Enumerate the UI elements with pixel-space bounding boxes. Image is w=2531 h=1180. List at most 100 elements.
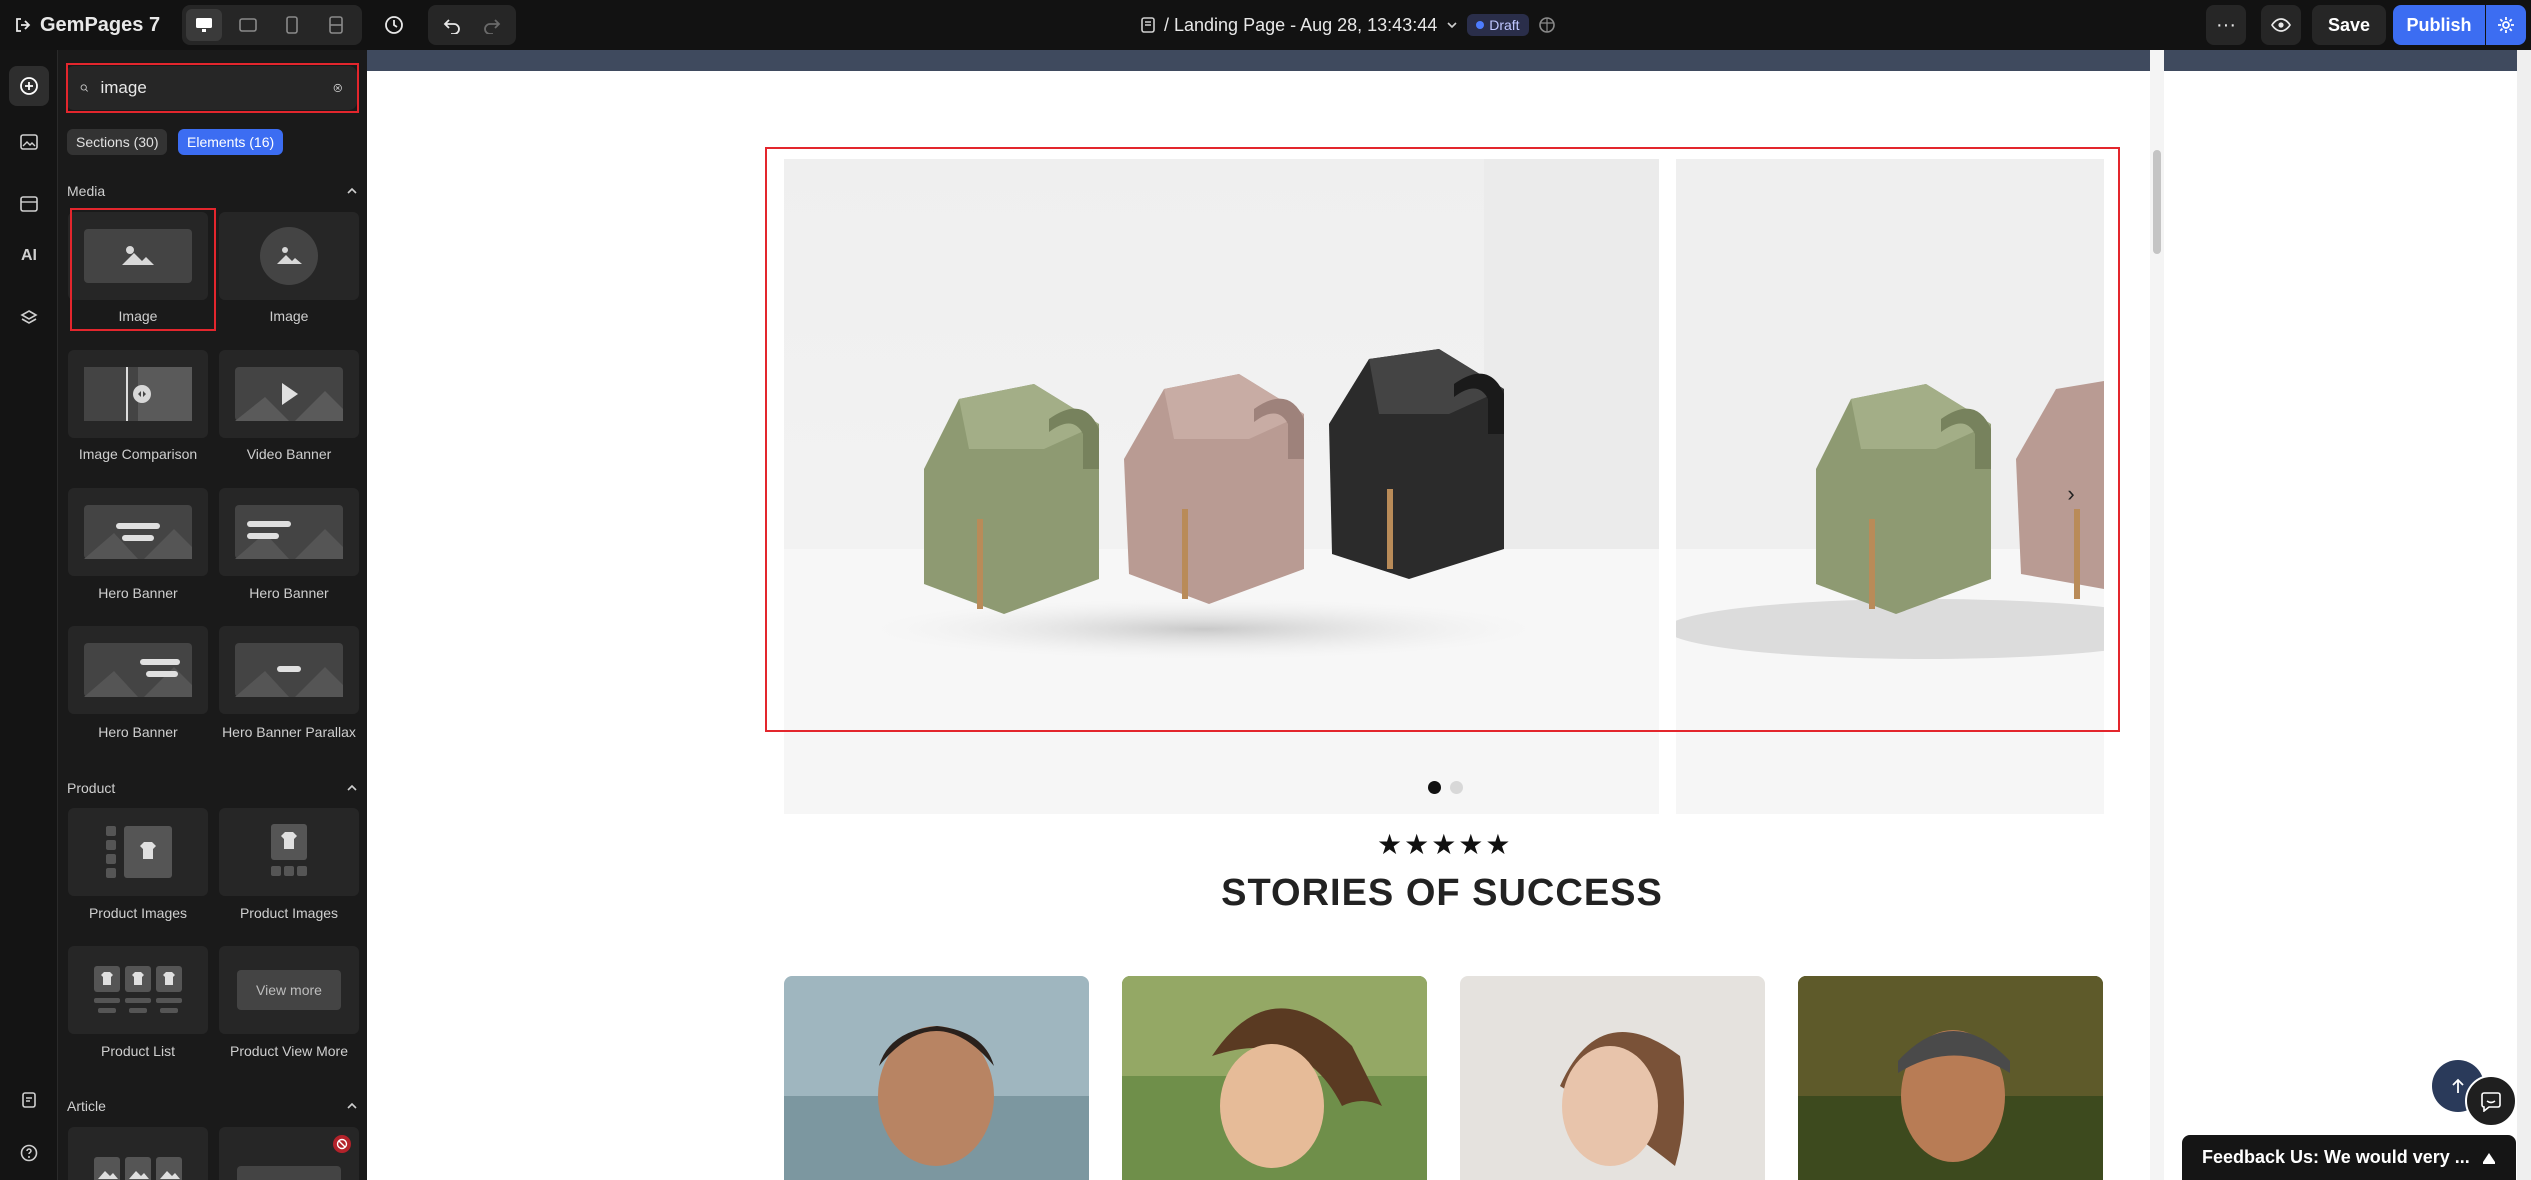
chevron-up-icon bbox=[347, 784, 357, 791]
ai-brain-icon[interactable] bbox=[1537, 15, 1557, 35]
note-icon bbox=[22, 1092, 36, 1108]
chat-widget-button[interactable] bbox=[2465, 1075, 2517, 1127]
view-more-preview: View more bbox=[237, 970, 341, 1010]
testimonial-card-2[interactable] bbox=[1122, 976, 1427, 1180]
element-video-banner-tile[interactable] bbox=[219, 350, 359, 438]
testimonial-card-4[interactable] bbox=[1798, 976, 2103, 1180]
device-switcher bbox=[182, 5, 362, 45]
testimonial-card-3[interactable] bbox=[1460, 976, 1765, 1180]
tab-sections[interactable]: Sections (30) bbox=[67, 129, 168, 155]
gempages-editor: GemPages 7 / Landing Page - Aug 28, 13:4… bbox=[0, 0, 2531, 1180]
clock-icon bbox=[385, 16, 403, 34]
desktop-view-button[interactable] bbox=[186, 9, 222, 41]
product-list-icon bbox=[94, 966, 182, 1013]
mobile-view-button[interactable] bbox=[274, 9, 310, 41]
help-button[interactable] bbox=[9, 1133, 49, 1173]
more-icon: ··· bbox=[2216, 14, 2236, 36]
responsive-icon bbox=[329, 16, 343, 34]
carousel-selection-box bbox=[765, 147, 2120, 732]
more-options-button[interactable]: ··· bbox=[2206, 5, 2246, 45]
carousel-dot[interactable] bbox=[1450, 781, 1463, 794]
elements-panel: Sections (30) Elements (16) Media Image … bbox=[58, 50, 367, 1180]
runner-photo-1 bbox=[784, 976, 1089, 1180]
redo-icon bbox=[484, 19, 501, 34]
left-icon-bar: AI bbox=[0, 50, 58, 1180]
help-icon bbox=[20, 1144, 38, 1162]
element-label: Image bbox=[118, 308, 158, 324]
preview-button[interactable] bbox=[2261, 5, 2301, 45]
scrollbar-thumb[interactable] bbox=[2153, 150, 2161, 254]
feedback-bar[interactable]: Feedback Us: We would very ... bbox=[2182, 1135, 2516, 1180]
undo-redo-group bbox=[428, 5, 516, 45]
page-title-selector[interactable]: / Landing Page - Aug 28, 13:43:44 Draft bbox=[1140, 10, 1557, 40]
carousel-dot-active[interactable] bbox=[1428, 781, 1441, 794]
element-image-circle-tile[interactable] bbox=[219, 212, 359, 300]
chat-icon bbox=[2481, 1092, 2501, 1112]
group-media-header[interactable]: Media bbox=[67, 180, 358, 202]
hero-banner-icon bbox=[84, 643, 192, 697]
responsive-view-button[interactable] bbox=[318, 9, 354, 41]
group-product-header[interactable]: Product bbox=[67, 777, 358, 799]
element-product-images-tile-1[interactable] bbox=[68, 808, 208, 896]
status-dot bbox=[1476, 21, 1485, 29]
element-image-comparison-tile[interactable] bbox=[68, 350, 208, 438]
testimonial-card-1[interactable] bbox=[784, 976, 1089, 1180]
chevron-down-icon bbox=[1447, 22, 1457, 29]
tablet-landscape-icon bbox=[239, 18, 257, 32]
ai-button[interactable]: AI bbox=[9, 236, 49, 276]
element-label: Video Banner bbox=[246, 446, 332, 462]
hero-parallax-icon bbox=[235, 643, 343, 697]
hero-banner-icon bbox=[235, 505, 343, 559]
image-circle-icon bbox=[260, 227, 318, 285]
page-sections-button[interactable] bbox=[9, 184, 49, 224]
status-badge: Draft bbox=[1467, 14, 1529, 36]
tab-elements[interactable]: Elements (16) bbox=[178, 129, 284, 155]
runner-photo-2 bbox=[1122, 976, 1427, 1180]
publish-settings-button[interactable] bbox=[2486, 5, 2526, 45]
element-product-list-tile[interactable] bbox=[68, 946, 208, 1034]
element-article-list-tile[interactable] bbox=[68, 1127, 208, 1180]
element-label: Hero Banner Parallax bbox=[222, 724, 356, 740]
group-title: Media bbox=[67, 183, 106, 199]
runner-photo-3 bbox=[1460, 976, 1765, 1180]
publish-button[interactable]: Publish bbox=[2393, 5, 2485, 45]
group-article-header[interactable]: Article bbox=[67, 1095, 358, 1117]
add-elements-button[interactable] bbox=[9, 66, 49, 106]
desktop-icon bbox=[196, 18, 212, 32]
element-hero-banner-tile-2[interactable] bbox=[219, 488, 359, 576]
element-label: Image bbox=[269, 308, 309, 324]
group-title: Article bbox=[67, 1098, 106, 1114]
element-product-view-more-tile[interactable]: View more bbox=[219, 946, 359, 1034]
product-images-icon bbox=[271, 824, 307, 876]
page-icon bbox=[1141, 17, 1155, 33]
element-hero-banner-tile-1[interactable] bbox=[68, 488, 208, 576]
element-label: Product Images bbox=[88, 905, 188, 921]
canvas-scrollbar[interactable] bbox=[2150, 50, 2164, 1180]
media-library-button[interactable] bbox=[9, 122, 49, 162]
arrow-up-icon bbox=[2452, 1078, 2464, 1093]
history-button[interactable] bbox=[372, 5, 416, 45]
element-label: Hero Banner bbox=[98, 724, 178, 740]
runner-photo-4 bbox=[1798, 976, 2103, 1180]
element-hero-banner-tile-3[interactable] bbox=[68, 626, 208, 714]
search-highlight-box bbox=[66, 63, 359, 113]
element-hero-banner-parallax-tile[interactable] bbox=[219, 626, 359, 714]
undo-button[interactable] bbox=[434, 9, 470, 41]
editor-canvas[interactable]: › ★★★★★ STORIES OF SUCCESS bbox=[367, 50, 2517, 1180]
element-product-images-tile-2[interactable] bbox=[219, 808, 359, 896]
gear-icon bbox=[2498, 17, 2514, 33]
element-label: Product Images bbox=[239, 905, 339, 921]
ai-icon: AI bbox=[21, 247, 37, 264]
image-comparison-icon bbox=[84, 367, 192, 421]
exit-logo-button[interactable]: GemPages 7 bbox=[14, 12, 160, 38]
notes-button[interactable] bbox=[9, 1080, 49, 1120]
chevron-up-icon bbox=[347, 1102, 357, 1109]
redo-button[interactable] bbox=[474, 9, 510, 41]
save-button[interactable]: Save bbox=[2312, 5, 2386, 45]
feedback-label: Feedback Us: We would very ... bbox=[2202, 1147, 2470, 1167]
element-label: Product View More bbox=[229, 1043, 348, 1059]
element-featured-tile[interactable]: Featured bbox=[219, 1127, 359, 1180]
status-label: Draft bbox=[1489, 17, 1520, 33]
layers-button[interactable] bbox=[9, 298, 49, 338]
tablet-landscape-view-button[interactable] bbox=[230, 9, 266, 41]
